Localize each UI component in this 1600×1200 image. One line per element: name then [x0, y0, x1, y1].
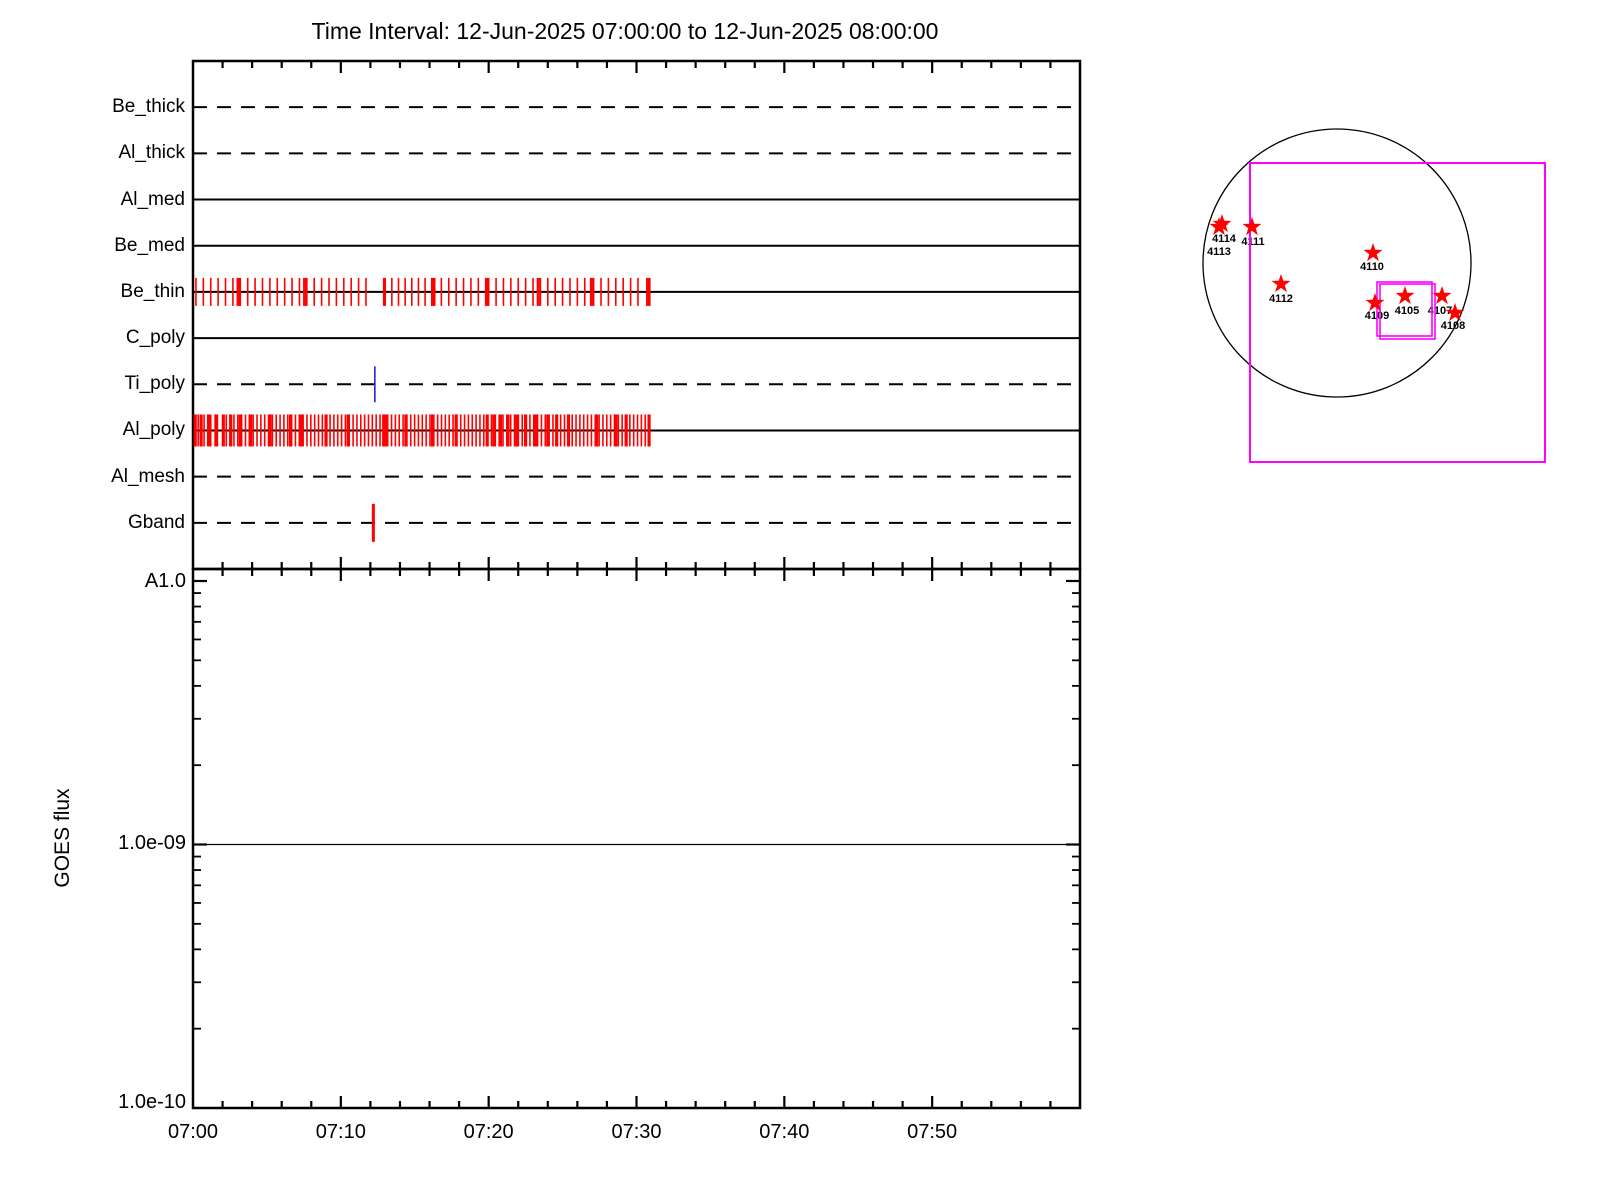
filter-label-c_poly: C_poly: [125, 327, 185, 349]
goes-flux-axis-title: GOES flux: [51, 788, 74, 888]
active-region-label-4111: 4111: [1241, 236, 1265, 248]
active-region-label-4112: 4112: [1269, 293, 1293, 305]
filter-label-be_thick: Be_thick: [112, 96, 185, 118]
filter-label-ti_poly: Ti_poly: [124, 373, 185, 395]
y-tick-label-1.0e-10: 1.0e-10: [118, 1091, 186, 1113]
active-region-label-4108: 4108: [1440, 320, 1466, 332]
active-region-label-4110: 4110: [1360, 261, 1384, 273]
x-tick-label-07:20: 07:20: [463, 1121, 514, 1143]
y-tick-label-1.0e-09: 1.0e-09: [118, 832, 186, 854]
filter-label-al_poly: Al_poly: [122, 419, 185, 441]
x-tick-label-07:30: 07:30: [611, 1121, 662, 1143]
filter-label-al_thick: Al_thick: [118, 142, 185, 164]
x-tick-label-07:50: 07:50: [907, 1121, 958, 1143]
x-tick-label-07:40: 07:40: [759, 1121, 810, 1143]
filter-label-al_med: Al_med: [120, 188, 185, 210]
x-tick-label-07:00: 07:00: [167, 1121, 219, 1143]
filter-label-al_mesh: Al_mesh: [111, 465, 185, 487]
figure-title: Time Interval: 12-Jun-2025 07:00:00 to 1…: [311, 18, 939, 44]
active-region-label-4107: 4107: [1427, 305, 1453, 317]
x-tick-label-07:10: 07:10: [315, 1121, 366, 1143]
plot-canvas: [191, 59, 1546, 1110]
filter-label-be_med: Be_med: [114, 234, 185, 256]
y-tick-label-a1.0: A1.0: [144, 570, 186, 592]
xrt-observation-figure: Time Interval: 12-Jun-2025 07:00:00 to 1…: [0, 0, 1600, 1200]
filter-label-be_thin: Be_thin: [120, 280, 185, 302]
filter-label-gband: Gband: [127, 511, 185, 533]
